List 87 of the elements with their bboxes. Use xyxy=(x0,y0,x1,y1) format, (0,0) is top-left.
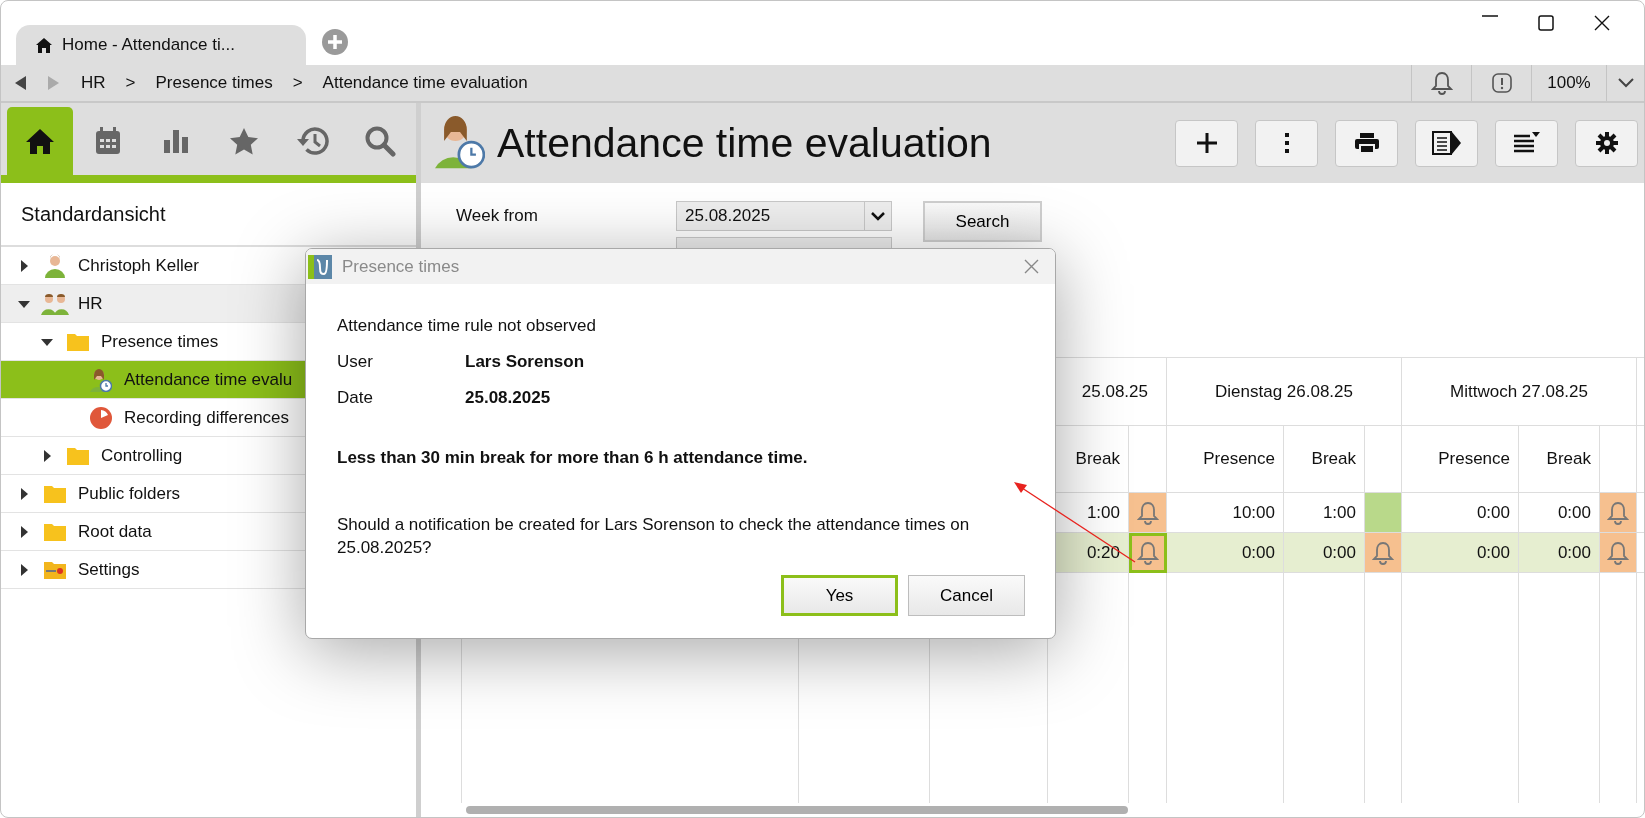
person-clock-icon xyxy=(435,113,485,169)
column-header: Presence xyxy=(1402,426,1519,493)
document-arrow-icon xyxy=(1431,131,1462,155)
search-icon xyxy=(364,125,396,157)
alert-icon xyxy=(1491,73,1512,93)
table-cell: 0:00 xyxy=(1284,533,1365,573)
home-icon xyxy=(36,37,52,53)
people-icon xyxy=(41,292,69,315)
bell-icon xyxy=(1607,540,1629,565)
chevron-down-icon xyxy=(1617,78,1634,88)
printer-icon xyxy=(1353,132,1380,154)
back-button[interactable] xyxy=(15,76,27,90)
status-cell[interactable] xyxy=(1129,533,1167,573)
bell-icon xyxy=(1136,540,1159,565)
dialog-button[interactable]: Cancel xyxy=(908,575,1025,616)
chevron-down-icon xyxy=(871,211,885,221)
folder-icon xyxy=(43,521,67,542)
table-cell: 0:00 xyxy=(1167,533,1284,573)
status-cell[interactable] xyxy=(1600,493,1637,533)
close-icon xyxy=(1594,15,1610,31)
toolbar-button[interactable] xyxy=(1495,119,1558,167)
folder-icon xyxy=(43,483,67,504)
calendar-icon xyxy=(94,126,122,156)
caret-icon[interactable] xyxy=(18,487,30,500)
history-icon xyxy=(295,126,329,156)
breadcrumb-link[interactable]: Attendance time evaluation xyxy=(322,73,528,93)
star-icon xyxy=(229,127,259,155)
date-dropdown[interactable]: 25.08.2025 xyxy=(676,201,892,231)
bar-chart-icon xyxy=(163,128,189,154)
list-caret-icon xyxy=(1512,131,1541,155)
field-value: 25.08.2025 xyxy=(465,388,551,408)
home-icon xyxy=(25,127,55,155)
person-clock-icon xyxy=(90,367,112,392)
zoom-level[interactable]: 100% xyxy=(1531,65,1606,101)
back-icon xyxy=(15,76,27,90)
field-label: Week from xyxy=(456,205,539,227)
horizontal-scrollbar[interactable] xyxy=(466,806,1128,814)
toolbar-button[interactable] xyxy=(1335,119,1398,167)
day-header: Dienstag 26.08.25 xyxy=(1167,358,1402,426)
bell-icon xyxy=(1430,71,1453,95)
page-title: Attendance time evaluation xyxy=(497,119,992,167)
day-header: Mittwoch 27.08.25 xyxy=(1402,358,1637,426)
column-header: Presence xyxy=(1167,426,1284,493)
toolbar-button[interactable] xyxy=(1575,119,1638,167)
toolbar-button[interactable] xyxy=(1175,119,1238,167)
breadcrumb-link[interactable]: Presence times xyxy=(155,73,273,93)
status-cell[interactable] xyxy=(1365,493,1402,533)
caret-icon[interactable] xyxy=(18,259,30,272)
folder-icon xyxy=(66,445,90,466)
status-cell[interactable] xyxy=(1600,533,1637,573)
caret-icon[interactable] xyxy=(41,449,53,462)
plus-icon xyxy=(1195,132,1218,154)
folder-icon xyxy=(66,331,90,352)
caret-icon[interactable] xyxy=(18,563,30,576)
new-tab-button[interactable] xyxy=(322,29,348,55)
toolbar-button[interactable] xyxy=(1415,119,1478,167)
status-cell[interactable] xyxy=(1129,493,1167,533)
breadcrumb-separator: > xyxy=(292,73,303,93)
bell-icon xyxy=(1136,500,1159,525)
close-button[interactable] xyxy=(1594,15,1610,31)
maximize-icon xyxy=(1538,15,1554,31)
bell-icon xyxy=(1372,540,1394,565)
table-cell: 0:00 xyxy=(1519,533,1600,573)
close-icon xyxy=(1024,259,1039,274)
person-icon xyxy=(43,253,67,278)
maximize-button[interactable] xyxy=(1538,15,1554,31)
column-header: Break xyxy=(1519,426,1600,493)
field-value: Lars Sorenson xyxy=(465,352,585,372)
app-logo-icon xyxy=(308,254,332,279)
minimize-icon xyxy=(1482,15,1498,17)
more-icon xyxy=(1283,132,1290,154)
browser-tab[interactable]: Home - Attendance ti... xyxy=(16,25,306,65)
plus-circle-icon xyxy=(322,29,348,55)
caret-icon[interactable] xyxy=(18,525,30,538)
folder-icon xyxy=(43,559,67,580)
bell-icon xyxy=(1607,500,1629,525)
table-cell: 0:00 xyxy=(1402,533,1519,573)
forward-icon xyxy=(47,76,59,90)
dialog-button[interactable]: Yes xyxy=(781,575,898,616)
search-button[interactable]: Search xyxy=(923,201,1042,242)
pie-chart-icon xyxy=(89,405,113,430)
breadcrumb-separator: > xyxy=(125,73,136,93)
sidebar-tab[interactable] xyxy=(7,107,73,175)
breadcrumb-link[interactable]: HR xyxy=(81,73,106,93)
column-header: Break xyxy=(1284,426,1365,493)
settings-icon xyxy=(1595,132,1618,154)
status-cell[interactable] xyxy=(1365,533,1402,573)
